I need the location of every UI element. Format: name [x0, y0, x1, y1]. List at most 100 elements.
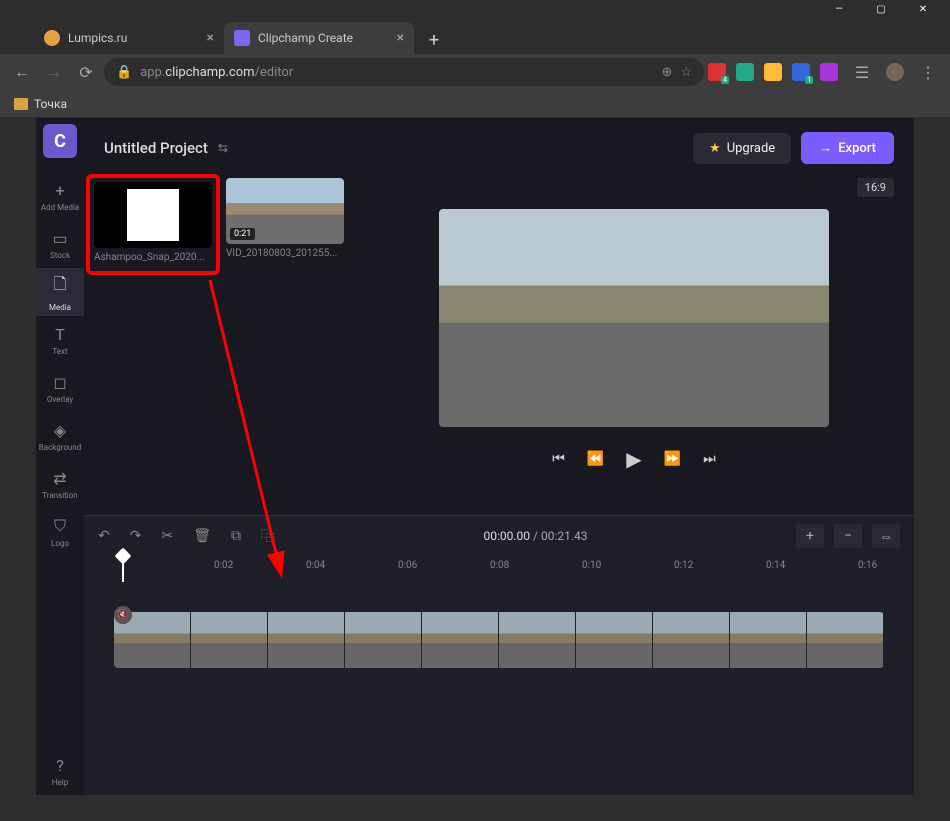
play-button[interactable]: ▶ — [626, 447, 641, 471]
video-preview[interactable] — [439, 209, 829, 427]
media-thumbnail[interactable]: 0:21 VID_20180803_201255... — [226, 178, 344, 271]
zoom-fit-button[interactable]: ⇔ — [872, 524, 900, 548]
media-duration: 0:21 — [230, 228, 255, 240]
timeline-ruler[interactable]: 0:02 0:04 0:06 0:08 0:10 0:12 0:14 0:16 — [84, 556, 914, 582]
window-minimize-button[interactable]: — — [818, 0, 860, 18]
playhead[interactable] — [122, 556, 124, 582]
upgrade-button[interactable]: ★Upgrade — [693, 133, 791, 164]
clip-frame — [422, 612, 499, 668]
url-text: app.clipchamp.com/editor — [140, 65, 293, 80]
tab-close-icon[interactable]: × — [397, 30, 404, 46]
export-button[interactable]: →Export — [801, 132, 894, 164]
media-thumbnail[interactable]: Ashampoo_Snap_2020... — [94, 182, 212, 263]
sidebar-item-background[interactable]: ◈Background — [36, 412, 84, 460]
sidebar-item-logo[interactable]: ⛉Logo — [36, 508, 84, 556]
address-bar[interactable]: 🔒 app.clipchamp.com/editor ⊕ ☆ — [104, 58, 704, 86]
split-button[interactable]: ✂ — [161, 528, 173, 544]
transition-icon: ⇄ — [53, 469, 66, 488]
clip-frame — [653, 612, 730, 668]
redo-button[interactable]: ↷ — [130, 528, 142, 544]
browser-tab[interactable]: Clipchamp Create × — [224, 22, 414, 54]
extension-icon[interactable]: 4 — [708, 63, 726, 81]
extension-icon[interactable] — [820, 63, 838, 81]
new-tab-button[interactable]: + — [420, 26, 448, 54]
clip-frame — [268, 612, 345, 668]
translate-icon[interactable]: ⊕ — [661, 65, 672, 80]
window-maximize-button[interactable]: ▢ — [860, 0, 902, 18]
tab-favicon-icon — [44, 30, 60, 46]
reading-list-icon[interactable]: ☰ — [848, 58, 876, 86]
app-sidebar: C +Add Media ▭Stock 🗋Media TText ◻Overla… — [36, 118, 84, 795]
qr-code-icon — [127, 189, 179, 241]
app-logo[interactable]: C — [43, 124, 77, 158]
nav-forward-button[interactable]: → — [40, 58, 68, 86]
sidebar-item-add-media[interactable]: +Add Media — [36, 172, 84, 220]
delete-button[interactable]: 🗑 — [193, 528, 211, 544]
bookmarks-bar: Точка — [0, 90, 950, 118]
track-audio-icon[interactable]: 🔇 — [114, 606, 132, 624]
zoom-out-button[interactable]: − — [834, 524, 862, 548]
nav-back-button[interactable]: ← — [8, 58, 36, 86]
copy-button[interactable]: ⧉ — [231, 528, 241, 544]
sidebar-item-stock[interactable]: ▭Stock — [36, 220, 84, 268]
help-icon: ? — [56, 756, 64, 775]
extension-icon[interactable]: 1 — [792, 63, 810, 81]
nav-reload-button[interactable]: ⟳ — [72, 58, 100, 86]
window-titlebar: — ▢ ✕ — [0, 0, 950, 18]
skip-forward-button[interactable]: ⏭ — [703, 451, 716, 467]
ruler-tick: 0:06 — [398, 560, 417, 571]
sidebar-item-transition[interactable]: ⇄Transition — [36, 460, 84, 508]
extension-icon[interactable] — [764, 63, 782, 81]
project-title[interactable]: Untitled Project — [104, 139, 208, 157]
bookmark-folder-icon — [14, 98, 28, 110]
annotation-highlight: Ashampoo_Snap_2020... — [86, 174, 220, 275]
ruler-tick: 0:12 — [674, 560, 693, 571]
clipchamp-app: C +Add Media ▭Stock 🗋Media TText ◻Overla… — [36, 118, 914, 795]
overlay-icon: ◻ — [53, 373, 66, 392]
media-icon: 🗋 — [54, 273, 67, 300]
timeline-area: ↶ ↷ ✂ 🗑 ⧉ ⿻ 00:00.00 / 00:21.43 + − ⇔ 0:… — [84, 515, 914, 795]
sidebar-item-overlay[interactable]: ◻Overlay — [36, 364, 84, 412]
sync-status-icon: ⇆ — [218, 141, 228, 155]
skip-back-button[interactable]: ⏮ — [552, 451, 565, 467]
browser-tabs: Lumpics.ru × Clipchamp Create × + — [0, 18, 950, 54]
ruler-tick: 0:02 — [214, 560, 233, 571]
sidebar-item-media[interactable]: 🗋Media — [36, 268, 84, 316]
profile-avatar[interactable] — [886, 63, 904, 81]
forward-button[interactable]: ⏩ — [664, 451, 681, 467]
extension-icon[interactable] — [736, 63, 754, 81]
bookmark-item[interactable]: Точка — [34, 97, 67, 111]
browser-tab[interactable]: Lumpics.ru × — [34, 22, 224, 54]
extensions-area: 4 1 ☰ ⋮ — [708, 58, 942, 86]
text-icon: T — [55, 325, 65, 344]
rewind-button[interactable]: ⏪ — [587, 451, 604, 467]
clip-frame — [499, 612, 576, 668]
clip-frame — [345, 612, 422, 668]
sidebar-item-text[interactable]: TText — [36, 316, 84, 364]
clip-frame — [576, 612, 653, 668]
tab-close-icon[interactable]: × — [207, 30, 214, 46]
zoom-in-button[interactable]: + — [796, 524, 824, 548]
aspect-ratio-selector[interactable]: 16:9 — [857, 178, 894, 197]
clip-frame — [807, 612, 884, 668]
lock-icon: 🔒 — [116, 65, 132, 80]
tab-title: Clipchamp Create — [258, 31, 389, 45]
timeline-tracks[interactable]: 🔇 — [84, 582, 914, 795]
media-filename: VID_20180803_201255... — [226, 248, 344, 259]
window-close-button[interactable]: ✕ — [902, 0, 944, 18]
media-panel: Ashampoo_Snap_2020... 0:21 VID_20180803_… — [84, 178, 354, 515]
app-header: Untitled Project ⇆ ★Upgrade →Export — [84, 118, 914, 178]
clip-frame — [191, 612, 268, 668]
star-icon: ★ — [709, 141, 721, 156]
bookmark-star-icon[interactable]: ☆ — [680, 65, 692, 80]
duplicate-button[interactable]: ⿻ — [261, 526, 275, 546]
export-arrow-icon: → — [819, 140, 832, 156]
sidebar-item-help[interactable]: ?Help — [36, 747, 84, 795]
tab-title: Lumpics.ru — [68, 31, 199, 45]
stock-icon: ▭ — [52, 229, 67, 248]
undo-button[interactable]: ↶ — [98, 528, 110, 544]
video-track[interactable] — [114, 612, 884, 668]
browser-menu-button[interactable]: ⋮ — [914, 58, 942, 86]
tab-favicon-icon — [234, 30, 250, 46]
ruler-tick: 0:08 — [490, 560, 509, 571]
